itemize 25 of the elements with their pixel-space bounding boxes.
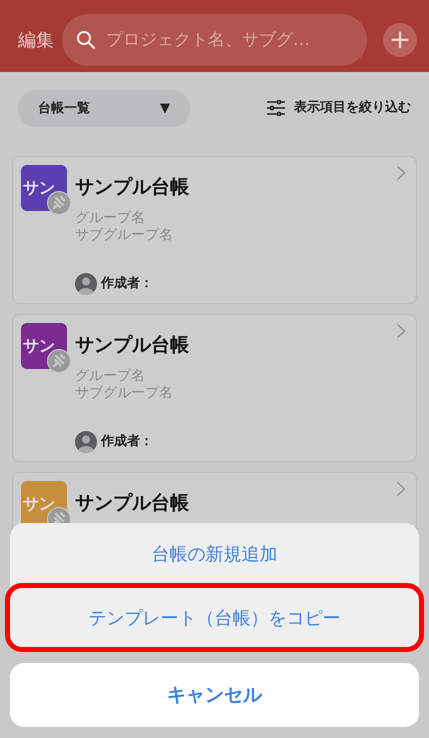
search-icon bbox=[76, 30, 96, 50]
ledger-title: サンプル台帳 bbox=[75, 175, 189, 200]
sliders-icon[interactable] bbox=[266, 100, 286, 116]
cancel-button[interactable]: キャンセル bbox=[10, 663, 419, 727]
ledger-title: サンプル台帳 bbox=[75, 491, 189, 516]
filter-link[interactable]: 表示項目を絞り込む bbox=[294, 98, 411, 118]
creator-label: 作成者： bbox=[101, 433, 153, 452]
group-name: グループ名 bbox=[75, 368, 146, 385]
edit-button[interactable]: 編集 bbox=[18, 26, 54, 54]
chevron-icon bbox=[396, 323, 406, 339]
chevron-icon bbox=[396, 481, 406, 497]
add-button[interactable]: + bbox=[383, 23, 417, 57]
ledger-title: サンプル台帳 bbox=[75, 333, 189, 358]
subgroup-name: サブグループ名 bbox=[75, 385, 174, 402]
chevron-icon bbox=[396, 165, 406, 181]
user-icon bbox=[75, 273, 97, 295]
subgroup-name: サブグループ名 bbox=[75, 227, 174, 244]
user-icon bbox=[75, 431, 97, 453]
group-name: グループ名 bbox=[75, 210, 146, 227]
creator-label: 作成者： bbox=[101, 275, 153, 294]
list-dropdown[interactable]: 台帳一覧 ▼ bbox=[18, 90, 190, 127]
ledger-card[interactable]: サン サンプル台帳 グループ名 サブグループ名 作成者： bbox=[12, 156, 417, 304]
ledger-card[interactable]: サン サンプル台帳 グループ名 サブグループ名 作成者： bbox=[12, 314, 417, 462]
action-item[interactable]: テンプレート（台帳）をコピー bbox=[8, 586, 421, 649]
search-field[interactable]: プロジェクト名、サブグ… bbox=[62, 14, 367, 66]
